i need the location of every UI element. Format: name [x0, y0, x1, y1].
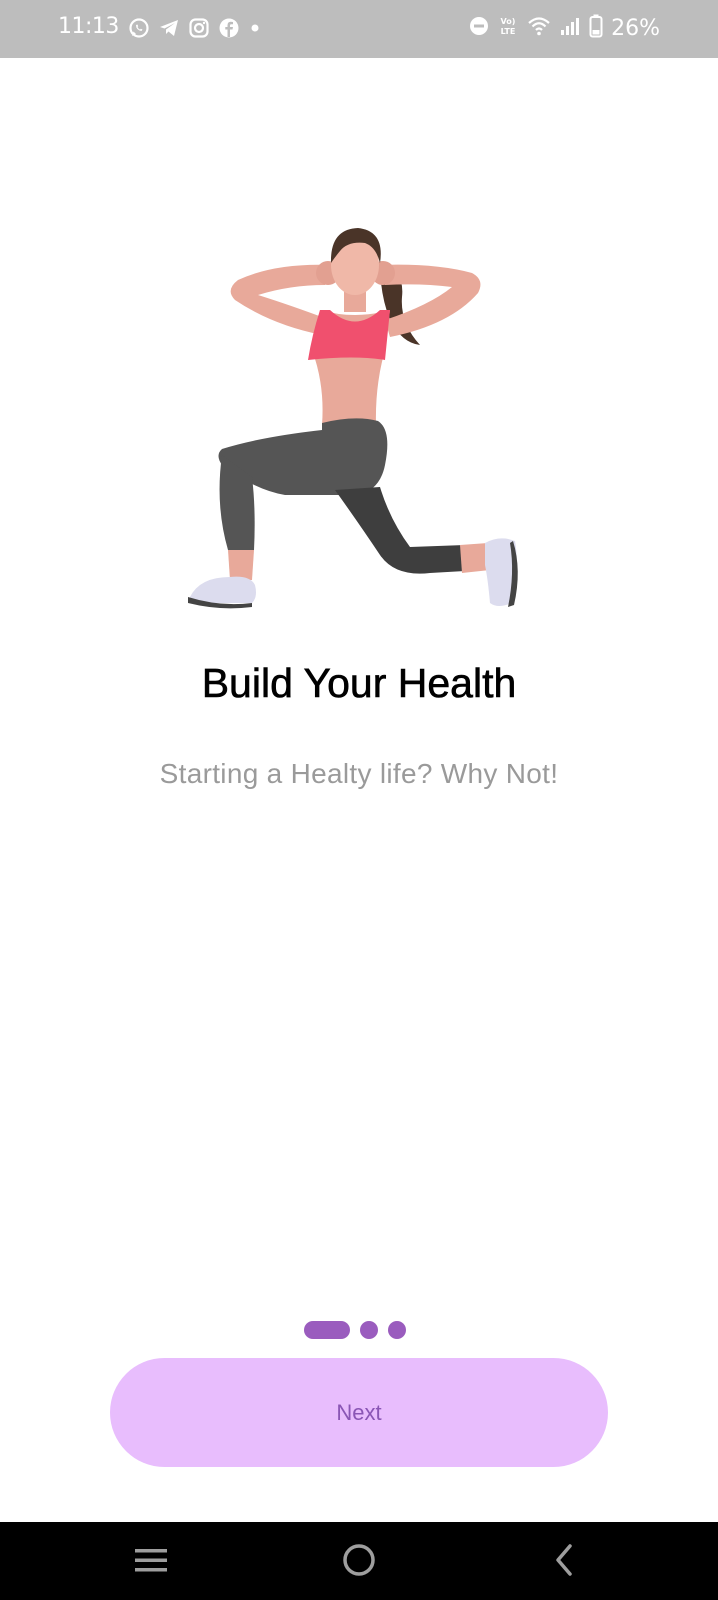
onboarding-title: Build Your Health — [201, 660, 517, 707]
system-navigation-bar — [0, 1522, 718, 1600]
wifi-icon — [527, 15, 551, 42]
onboarding-subtitle: Starting a Healty life? Why Not! — [159, 758, 559, 789]
next-button[interactable]: Next — [110, 1358, 608, 1467]
back-button[interactable] — [543, 1540, 587, 1580]
instagram-icon — [188, 17, 210, 44]
status-time: 11:13 — [58, 14, 119, 39]
do-not-disturb-icon — [469, 16, 489, 41]
system-status: Vo) LTE 26% — [469, 14, 660, 43]
svg-text:Vo): Vo) — [501, 17, 516, 26]
battery-percentage: 26% — [611, 16, 660, 41]
battery-icon — [589, 14, 603, 43]
workout-woman-illustration — [188, 228, 518, 609]
facebook-icon — [218, 17, 240, 44]
recents-icon — [135, 1549, 167, 1572]
page-indicator — [304, 1321, 406, 1339]
telegram-icon — [158, 17, 180, 44]
notification-icons — [128, 17, 262, 44]
recents-button[interactable] — [129, 1540, 173, 1580]
whatsapp-icon — [128, 17, 150, 44]
page-indicator-dot — [360, 1321, 378, 1339]
page-indicator-dot — [388, 1321, 406, 1339]
notification-dot-icon — [248, 17, 262, 44]
home-icon — [343, 1544, 375, 1576]
back-icon — [556, 1544, 572, 1576]
status-bar: 11:13 Vo) LTE 26% — [0, 0, 718, 58]
signal-icon — [559, 15, 581, 42]
svg-text:LTE: LTE — [501, 27, 516, 36]
page-indicator-dot-active — [304, 1321, 350, 1339]
volte-icon: Vo) LTE — [497, 15, 519, 42]
home-button[interactable] — [337, 1540, 381, 1580]
